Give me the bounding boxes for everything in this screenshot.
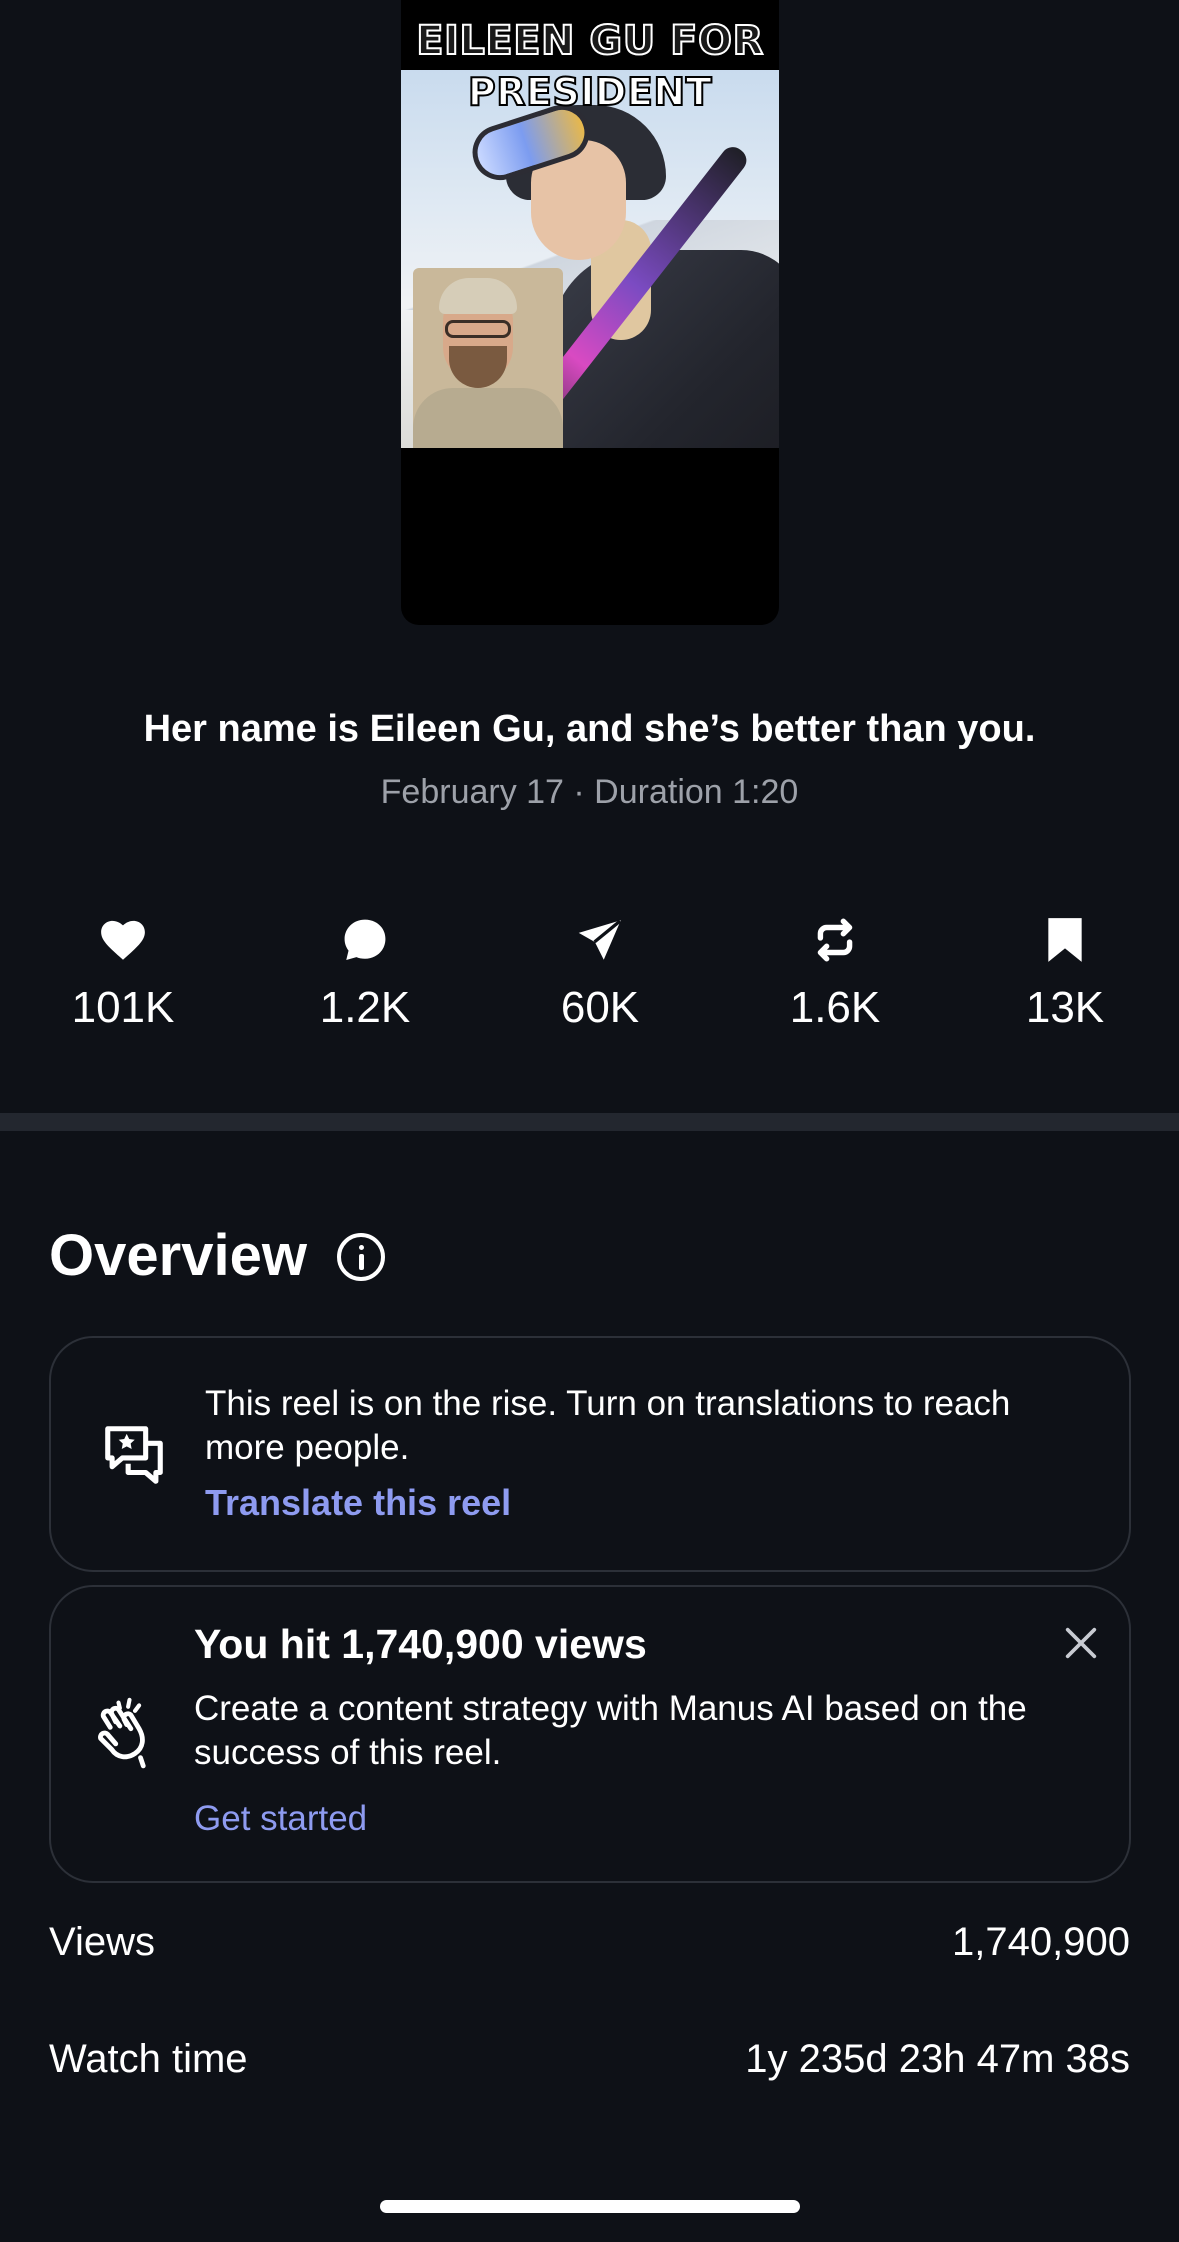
clapping-hands-icon [98, 1697, 146, 1769]
stat-likes: 101K [23, 915, 223, 1033]
repost-icon [817, 918, 853, 962]
heart-icon [101, 920, 145, 960]
translation-card: This reel is on the rise. Turn on transl… [49, 1336, 1131, 1572]
info-icon[interactable] [337, 1233, 385, 1281]
shares-count: 60K [560, 983, 640, 1032]
overview-title: Overview [49, 1223, 307, 1288]
reposts-count: 1.6K [789, 983, 881, 1032]
close-icon[interactable] [1061, 1623, 1101, 1663]
stat-reposts: 1.6K [735, 915, 935, 1033]
comment-icon [344, 919, 386, 960]
reel-thumbnail[interactable]: EILEEN GU FOR PRESIDENT [401, 0, 779, 625]
translate-reel-link[interactable]: Translate this reel [205, 1482, 511, 1524]
bookmark-icon [1048, 918, 1082, 962]
reel-meta: February 17 · Duration 1:20 [380, 773, 799, 811]
milestone-title: You hit 1,740,900 views [194, 1621, 647, 1667]
milestone-message: Create a content strategy with Manus AI … [194, 1689, 1027, 1772]
stat-saves: 13K [965, 915, 1165, 1033]
thumbnail-title-line2: PRESIDENT [467, 69, 713, 115]
watch-time-value: 1y 235d 23h 47m 38s [745, 2037, 1130, 2081]
share-icon [578, 919, 622, 960]
translate-icon [105, 1426, 163, 1484]
milestone-card: You hit 1,740,900 views Create a content… [49, 1585, 1131, 1883]
get-started-link[interactable]: Get started [194, 1799, 367, 1839]
comments-count: 1.2K [319, 983, 411, 1032]
thumbnail-image [401, 70, 779, 448]
translation-message: This reel is on the rise. Turn on transl… [205, 1384, 1011, 1467]
thumbnail-title-line1: EILEEN GU FOR [415, 17, 764, 65]
watch-time-label: Watch time [49, 2037, 248, 2081]
saves-count: 13K [1025, 983, 1105, 1032]
stat-comments: 1.2K [265, 915, 465, 1033]
section-divider [0, 1113, 1179, 1131]
stat-shares: 60K [500, 915, 700, 1033]
home-indicator[interactable] [380, 2200, 800, 2213]
reel-caption: Her name is Eileen Gu, and she’s better … [143, 708, 1036, 750]
likes-count: 101K [71, 983, 175, 1032]
views-value: 1,740,900 [952, 1920, 1130, 1964]
views-label: Views [49, 1920, 155, 1964]
